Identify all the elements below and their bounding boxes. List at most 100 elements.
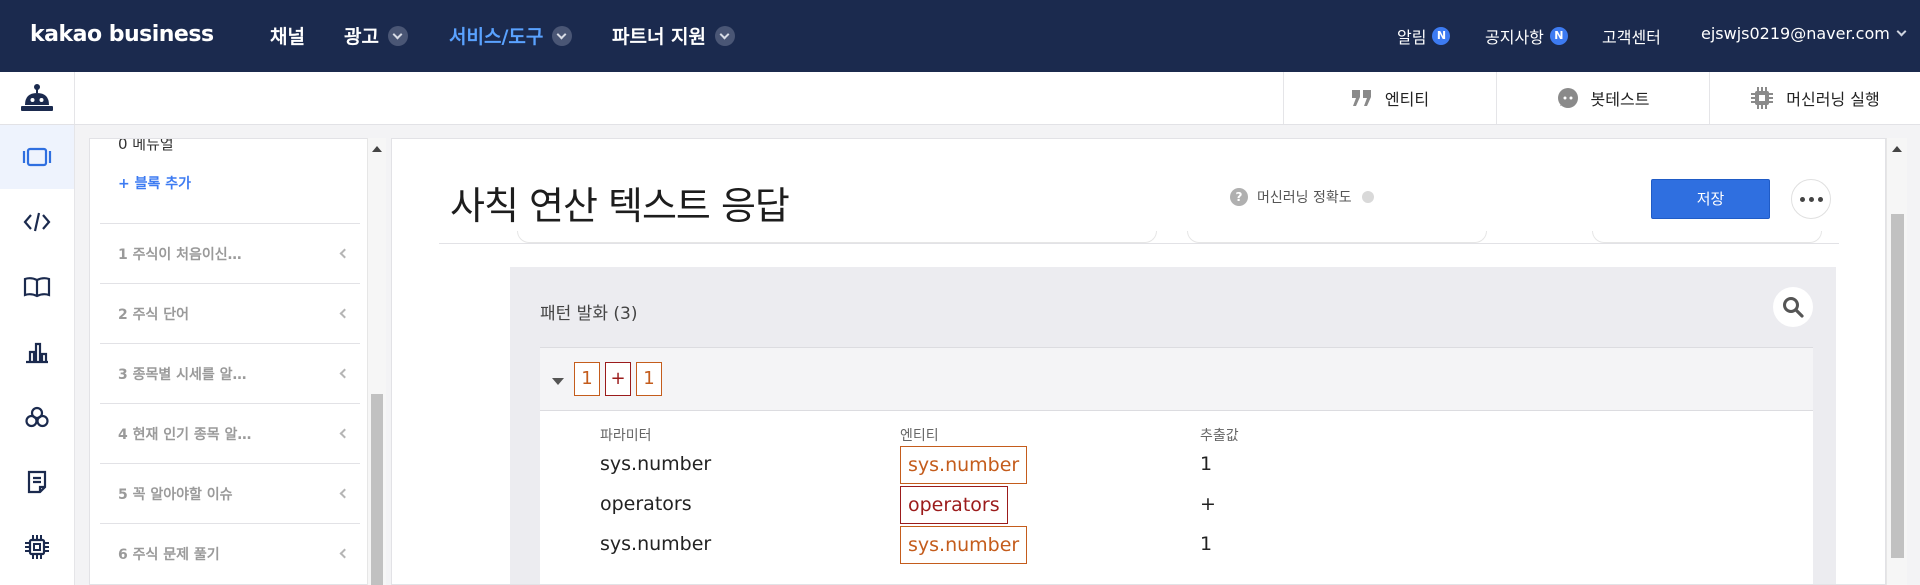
support-link[interactable]: 고객센터: [1602, 24, 1661, 48]
menu-services-tools-label: 서비스/도구: [449, 26, 544, 48]
add-block-button[interactable]: + 블록 추가: [118, 173, 191, 193]
menu-ads[interactable]: 광고: [344, 22, 408, 49]
block-group-item[interactable]: 2 주식 단어: [100, 283, 360, 343]
pattern-utterance-section: 패턴 발화 (3) 1 + 1 파라미터 엔티티 추출값 sys.number …: [510, 267, 1836, 584]
chevron-down-icon: [387, 25, 408, 46]
help-icon[interactable]: ?: [1230, 188, 1248, 206]
chevron-down-icon: [715, 25, 736, 46]
ml-accuracy-indicator: ? 머신러닝 정확도: [1230, 187, 1374, 207]
extracted-value: 1: [1200, 533, 1213, 555]
kakao-business-logo[interactable]: kakao business: [30, 22, 214, 47]
robot-icon: [21, 84, 53, 111]
block-group-label: 4 현재 인기 종목 알…: [118, 427, 252, 443]
accuracy-status-dot: [1361, 191, 1374, 203]
bot-test-button[interactable]: 봇테스트: [1496, 72, 1709, 124]
alerts-label: 알림: [1397, 28, 1427, 47]
chevron-left-icon: [339, 548, 350, 559]
utterance-token[interactable]: 1: [636, 362, 662, 396]
extracted-value: +: [1200, 493, 1216, 515]
rail-scenario-button[interactable]: [0, 125, 74, 189]
ml-run-label: 머신러닝 실행: [1786, 90, 1880, 109]
entity-tag[interactable]: sys.number: [900, 446, 1028, 484]
hidden-field-edge: [517, 231, 1157, 243]
block-group-manual[interactable]: 0 메뉴얼: [118, 139, 174, 154]
utterance-token[interactable]: 1: [574, 362, 600, 396]
block-group-item[interactable]: 3 종목별 시세를 알…: [100, 343, 360, 403]
param-name: sys.number: [600, 453, 712, 475]
rail-knowledge-button[interactable]: [0, 255, 74, 319]
entity-tag[interactable]: sys.number: [900, 526, 1028, 564]
account-menu[interactable]: ejswjs0219@naver.com: [1701, 24, 1907, 43]
chevron-down-icon: [1896, 26, 1907, 36]
block-title[interactable]: 사칙 연산 텍스트 응답: [450, 175, 790, 230]
search-button[interactable]: [1773, 287, 1813, 327]
chip-icon: [25, 535, 49, 559]
hidden-field-edge: [1592, 231, 1822, 243]
utterance-token[interactable]: +: [605, 362, 631, 396]
rail-ml-button[interactable]: [0, 515, 74, 579]
block-editor: 사칙 연산 텍스트 응답 ? 머신러닝 정확도 저장 패턴 발화 (3) 1 +…: [391, 138, 1886, 585]
hidden-field-edge: [1187, 231, 1487, 243]
param-column-header: 파라미터: [600, 428, 652, 444]
param-name: operators: [600, 493, 692, 515]
block-group-item[interactable]: 4 현재 인기 종목 알…: [100, 403, 360, 463]
editor-toolbar: 엔티티 봇테스트 머신러닝 실행: [0, 72, 1920, 125]
pattern-utterance-row[interactable]: 1 + 1: [540, 347, 1813, 411]
support-label: 고객센터: [1602, 28, 1661, 47]
triple-circle-icon: [25, 406, 49, 428]
scroll-up-arrow-icon[interactable]: [372, 146, 382, 152]
bot-home-button[interactable]: [0, 72, 75, 124]
block-icon: [22, 147, 52, 167]
code-icon: [23, 212, 51, 232]
chevron-down-icon: [552, 25, 573, 46]
notice-link[interactable]: 공지사항 N: [1485, 24, 1568, 48]
menu-channel[interactable]: 채널: [270, 22, 305, 49]
alerts-link[interactable]: 알림 N: [1397, 24, 1451, 48]
menu-services-tools[interactable]: 서비스/도구: [449, 22, 573, 49]
document-icon: [27, 470, 47, 494]
save-button[interactable]: 저장: [1651, 179, 1770, 219]
rail-deploy-button[interactable]: [0, 450, 74, 514]
bar-chart-icon: [26, 342, 48, 364]
chevron-left-icon: [339, 488, 350, 499]
scrollbar-thumb[interactable]: [1891, 214, 1904, 558]
notice-new-badge: N: [1549, 27, 1568, 45]
menu-channel-label: 채널: [270, 26, 305, 48]
block-group-item[interactable]: 6 주식 문제 풀기: [100, 523, 360, 583]
entity-tag[interactable]: operators: [900, 486, 1008, 524]
block-list-panel: 0 메뉴얼 + 블록 추가 1 주식이 처음이신… 2 주식 단어 3 종목별 …: [89, 138, 386, 585]
parameter-table: 파라미터 엔티티 추출값 sys.number sys.number 1 ope…: [540, 411, 1813, 584]
chevron-left-icon: [339, 248, 350, 259]
editor-scrollbar[interactable]: [1886, 138, 1907, 585]
menu-partner-support[interactable]: 파트너 지원: [612, 22, 736, 49]
scroll-up-arrow-icon[interactable]: [1892, 146, 1902, 152]
block-group-label: 5 꼭 알아야할 이슈: [118, 487, 233, 503]
block-group-label: 3 종목별 시세를 알…: [118, 367, 247, 383]
chevron-left-icon: [339, 368, 350, 379]
ml-run-button[interactable]: 머신러닝 실행: [1709, 72, 1920, 124]
rail-settings-button[interactable]: [0, 385, 74, 449]
entity-label: 엔티티: [1384, 90, 1430, 109]
alerts-new-badge: N: [1432, 27, 1451, 45]
more-dot-icon: [1817, 196, 1823, 202]
block-group-item[interactable]: 5 꼭 알아야할 이슈: [100, 463, 360, 523]
collapse-caret-icon[interactable]: [552, 378, 564, 385]
block-panel-scrollbar[interactable]: [367, 138, 386, 585]
chip-icon: [1751, 87, 1774, 109]
block-group-item[interactable]: 1 주식이 처음이신…: [100, 223, 360, 283]
chat-bubble-icon: [1557, 88, 1578, 108]
menu-ads-label: 광고: [344, 26, 379, 48]
chevron-left-icon: [339, 308, 350, 319]
extracted-value: 1: [1200, 453, 1213, 475]
scrollbar-thumb[interactable]: [371, 394, 383, 585]
more-options-button[interactable]: [1791, 179, 1831, 219]
top-navigation: kakao business 채널 광고 서비스/도구 파트너 지원 알림 N …: [0, 0, 1920, 72]
pattern-utterance-title: 패턴 발화 (3): [540, 304, 638, 324]
rail-analytics-button[interactable]: [0, 320, 74, 384]
entity-column-header: 엔티티: [900, 428, 939, 444]
book-icon: [23, 277, 51, 298]
rail-skill-button[interactable]: [0, 190, 74, 254]
entity-button[interactable]: 엔티티: [1283, 72, 1496, 124]
chevron-left-icon: [339, 428, 350, 439]
block-group-label: 6 주식 문제 풀기: [118, 547, 220, 563]
